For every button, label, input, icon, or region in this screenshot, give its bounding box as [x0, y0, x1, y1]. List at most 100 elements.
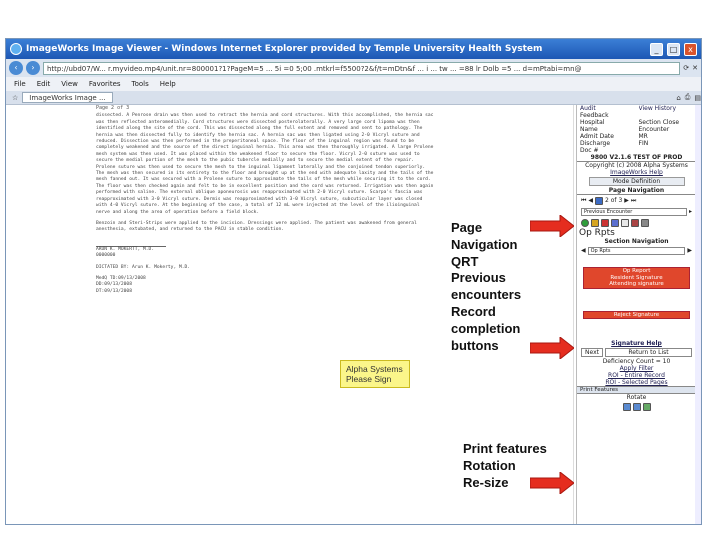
favorites-star-icon[interactable]: ☆: [12, 94, 18, 102]
roi-selected-pages-link[interactable]: ROI - Selected Pages: [577, 379, 696, 386]
info-value[interactable]: View History: [639, 105, 694, 112]
reject-icon[interactable]: [631, 218, 639, 227]
home-icon[interactable]: ⌂: [676, 94, 680, 102]
doc-icon[interactable]: [611, 218, 619, 227]
signer-id: 0000000: [96, 253, 116, 259]
section-next-icon[interactable]: ▶: [687, 247, 692, 254]
maximize-button[interactable]: □: [667, 42, 680, 56]
flag-icon[interactable]: [601, 218, 609, 227]
help-link[interactable]: ImageWorks Help: [577, 169, 696, 176]
title-bar: ImageWorks Image Viewer - Windows Intern…: [6, 39, 701, 59]
info-label: Hospital: [580, 119, 605, 126]
menu-edit[interactable]: Edit: [37, 80, 51, 88]
annotation-line: Page: [451, 220, 483, 235]
prev-page-icon[interactable]: ◀: [588, 197, 593, 204]
annotation-line: QRT: [451, 253, 479, 269]
info-value: Encounter: [638, 126, 670, 133]
page-icon[interactable]: ▤: [694, 94, 701, 102]
page-counter: 2 of 3: [605, 197, 623, 204]
previous-encounter-row: Previous Encounter ▸: [577, 206, 696, 217]
op-rpts-title: Op Rpts: [579, 228, 615, 238]
info-label[interactable]: Audit: [580, 105, 635, 112]
reject-signature-button[interactable]: Reject Signature: [583, 310, 690, 319]
info-label: Discharge: [580, 140, 611, 147]
sticky-note: Alpha Systems Please Sign: [340, 360, 410, 388]
op-report-document: Page 2 of 3 dissected. A Penrose drain w…: [96, 105, 436, 295]
menu-help[interactable]: Help: [160, 80, 176, 88]
info-value: FIN: [638, 140, 649, 147]
browser-tab[interactable]: ImageWorks Image ...: [22, 92, 113, 103]
browser-window: ImageWorks Image Viewer - Windows Intern…: [5, 38, 702, 525]
annotation-navigation-text: Page Navigation QRT Previous encounters …: [451, 220, 521, 354]
page-view-icon[interactable]: [595, 196, 604, 205]
list-icon[interactable]: [621, 218, 629, 227]
annotation-line: Navigation: [451, 236, 518, 252]
viewer-content: Page 2 of 3 dissected. A Penrose drain w…: [6, 105, 701, 524]
return-to-list-button[interactable]: Return to List: [604, 348, 692, 357]
roi-entire-record-link[interactable]: ROI - Entire Record: [577, 372, 696, 379]
previous-encounter-select[interactable]: Previous Encounter: [581, 207, 687, 216]
imageworks-sidebar: Audit View History Feedback Hospital Secti…: [576, 105, 696, 524]
stop-icon[interactable]: ✕: [692, 64, 698, 72]
rotate-right-icon[interactable]: [632, 402, 641, 411]
menu-tools[interactable]: Tools: [132, 80, 149, 88]
attending-signature-button[interactable]: Attending signature: [584, 281, 689, 288]
arrow-print-features-icon: [530, 472, 574, 494]
next-button[interactable]: Next: [581, 348, 603, 357]
last-page-icon[interactable]: ⏭: [631, 197, 636, 205]
annotation-line: buttons: [451, 337, 499, 353]
address-bar: ‹ › http://ubd07/W... r.myvideo.mp4/unit…: [6, 59, 701, 77]
print-icon[interactable]: ⎙: [685, 93, 691, 102]
arrow-page-navigation-icon: [530, 215, 574, 237]
info-value: [639, 112, 694, 119]
signature-help-link[interactable]: Signature Help: [577, 340, 696, 347]
forward-icon[interactable]: ›: [26, 61, 40, 75]
menu-favorites[interactable]: Favorites: [89, 80, 121, 88]
url-field[interactable]: http://ubd07/W... r.myvideo.mp4/unit.nr=…: [43, 61, 681, 75]
window-title: ImageWorks Image Viewer - Windows Intern…: [26, 44, 543, 54]
page-navigation-controls: ⏮ ◀ 2 of 3 ▶ ⏭: [577, 195, 696, 206]
annotation-line: completion: [451, 320, 521, 336]
encounter-go-icon[interactable]: ▸: [689, 208, 692, 215]
qrt-icon-row: [577, 217, 696, 228]
mode-definition-button[interactable]: Mode Definition: [588, 177, 685, 186]
annotation-line: Previous: [451, 270, 506, 286]
section-navigation-header: Section Navigation: [577, 238, 696, 245]
close-button[interactable]: x: [684, 42, 697, 56]
annotation-line: Record: [451, 303, 496, 319]
info-value: MR: [638, 133, 648, 140]
doc-meta-3: DT:09/13/2008: [96, 288, 132, 294]
next-return-row: Next Return to List: [577, 347, 696, 358]
version-label: 9800 V2.1.6 TEST OF PROD: [577, 154, 696, 162]
refresh-icon[interactable]: ⟳: [683, 64, 689, 72]
tools-icon[interactable]: [641, 218, 649, 227]
info-label: Name: [580, 126, 598, 133]
vertical-scrollbar[interactable]: [695, 105, 701, 524]
info-label: Admit Date: [580, 133, 614, 140]
ie-logo-icon: [10, 43, 22, 55]
next-page-icon[interactable]: ▶: [624, 197, 629, 204]
menu-view[interactable]: View: [61, 80, 78, 88]
sticky-line-2: Please Sign: [346, 374, 392, 384]
apply-filter-link[interactable]: Apply Filter: [577, 365, 696, 372]
section-prev-icon[interactable]: ◀: [581, 247, 586, 254]
section-select[interactable]: Op Rpts: [587, 246, 686, 255]
first-page-icon[interactable]: ⏮: [581, 197, 586, 205]
page-label: Page 2 of 3: [96, 105, 130, 111]
info-value: [639, 147, 694, 154]
note-icon[interactable]: [591, 218, 599, 227]
menu-bar: File Edit View Favorites Tools Help: [6, 77, 701, 91]
rotate-left-icon[interactable]: [622, 402, 631, 411]
menu-file[interactable]: File: [14, 80, 26, 88]
info-label: Doc #: [580, 147, 599, 154]
resize-icon[interactable]: [642, 402, 651, 411]
annotation-line: Print features: [463, 441, 547, 456]
print-features-header[interactable]: Print Features: [577, 386, 696, 394]
record-info-grid: Audit View History Feedback Hospital Secti…: [577, 105, 696, 154]
minimize-button[interactable]: _: [650, 42, 663, 56]
deficiency-count: Deficiency Count = 10: [602, 358, 671, 365]
sticky-line-1: Alpha Systems: [346, 364, 403, 374]
back-icon[interactable]: ‹: [9, 61, 23, 75]
section-navigation-row: ◀ Op Rpts ▶: [577, 245, 696, 256]
approve-icon[interactable]: [581, 218, 589, 227]
